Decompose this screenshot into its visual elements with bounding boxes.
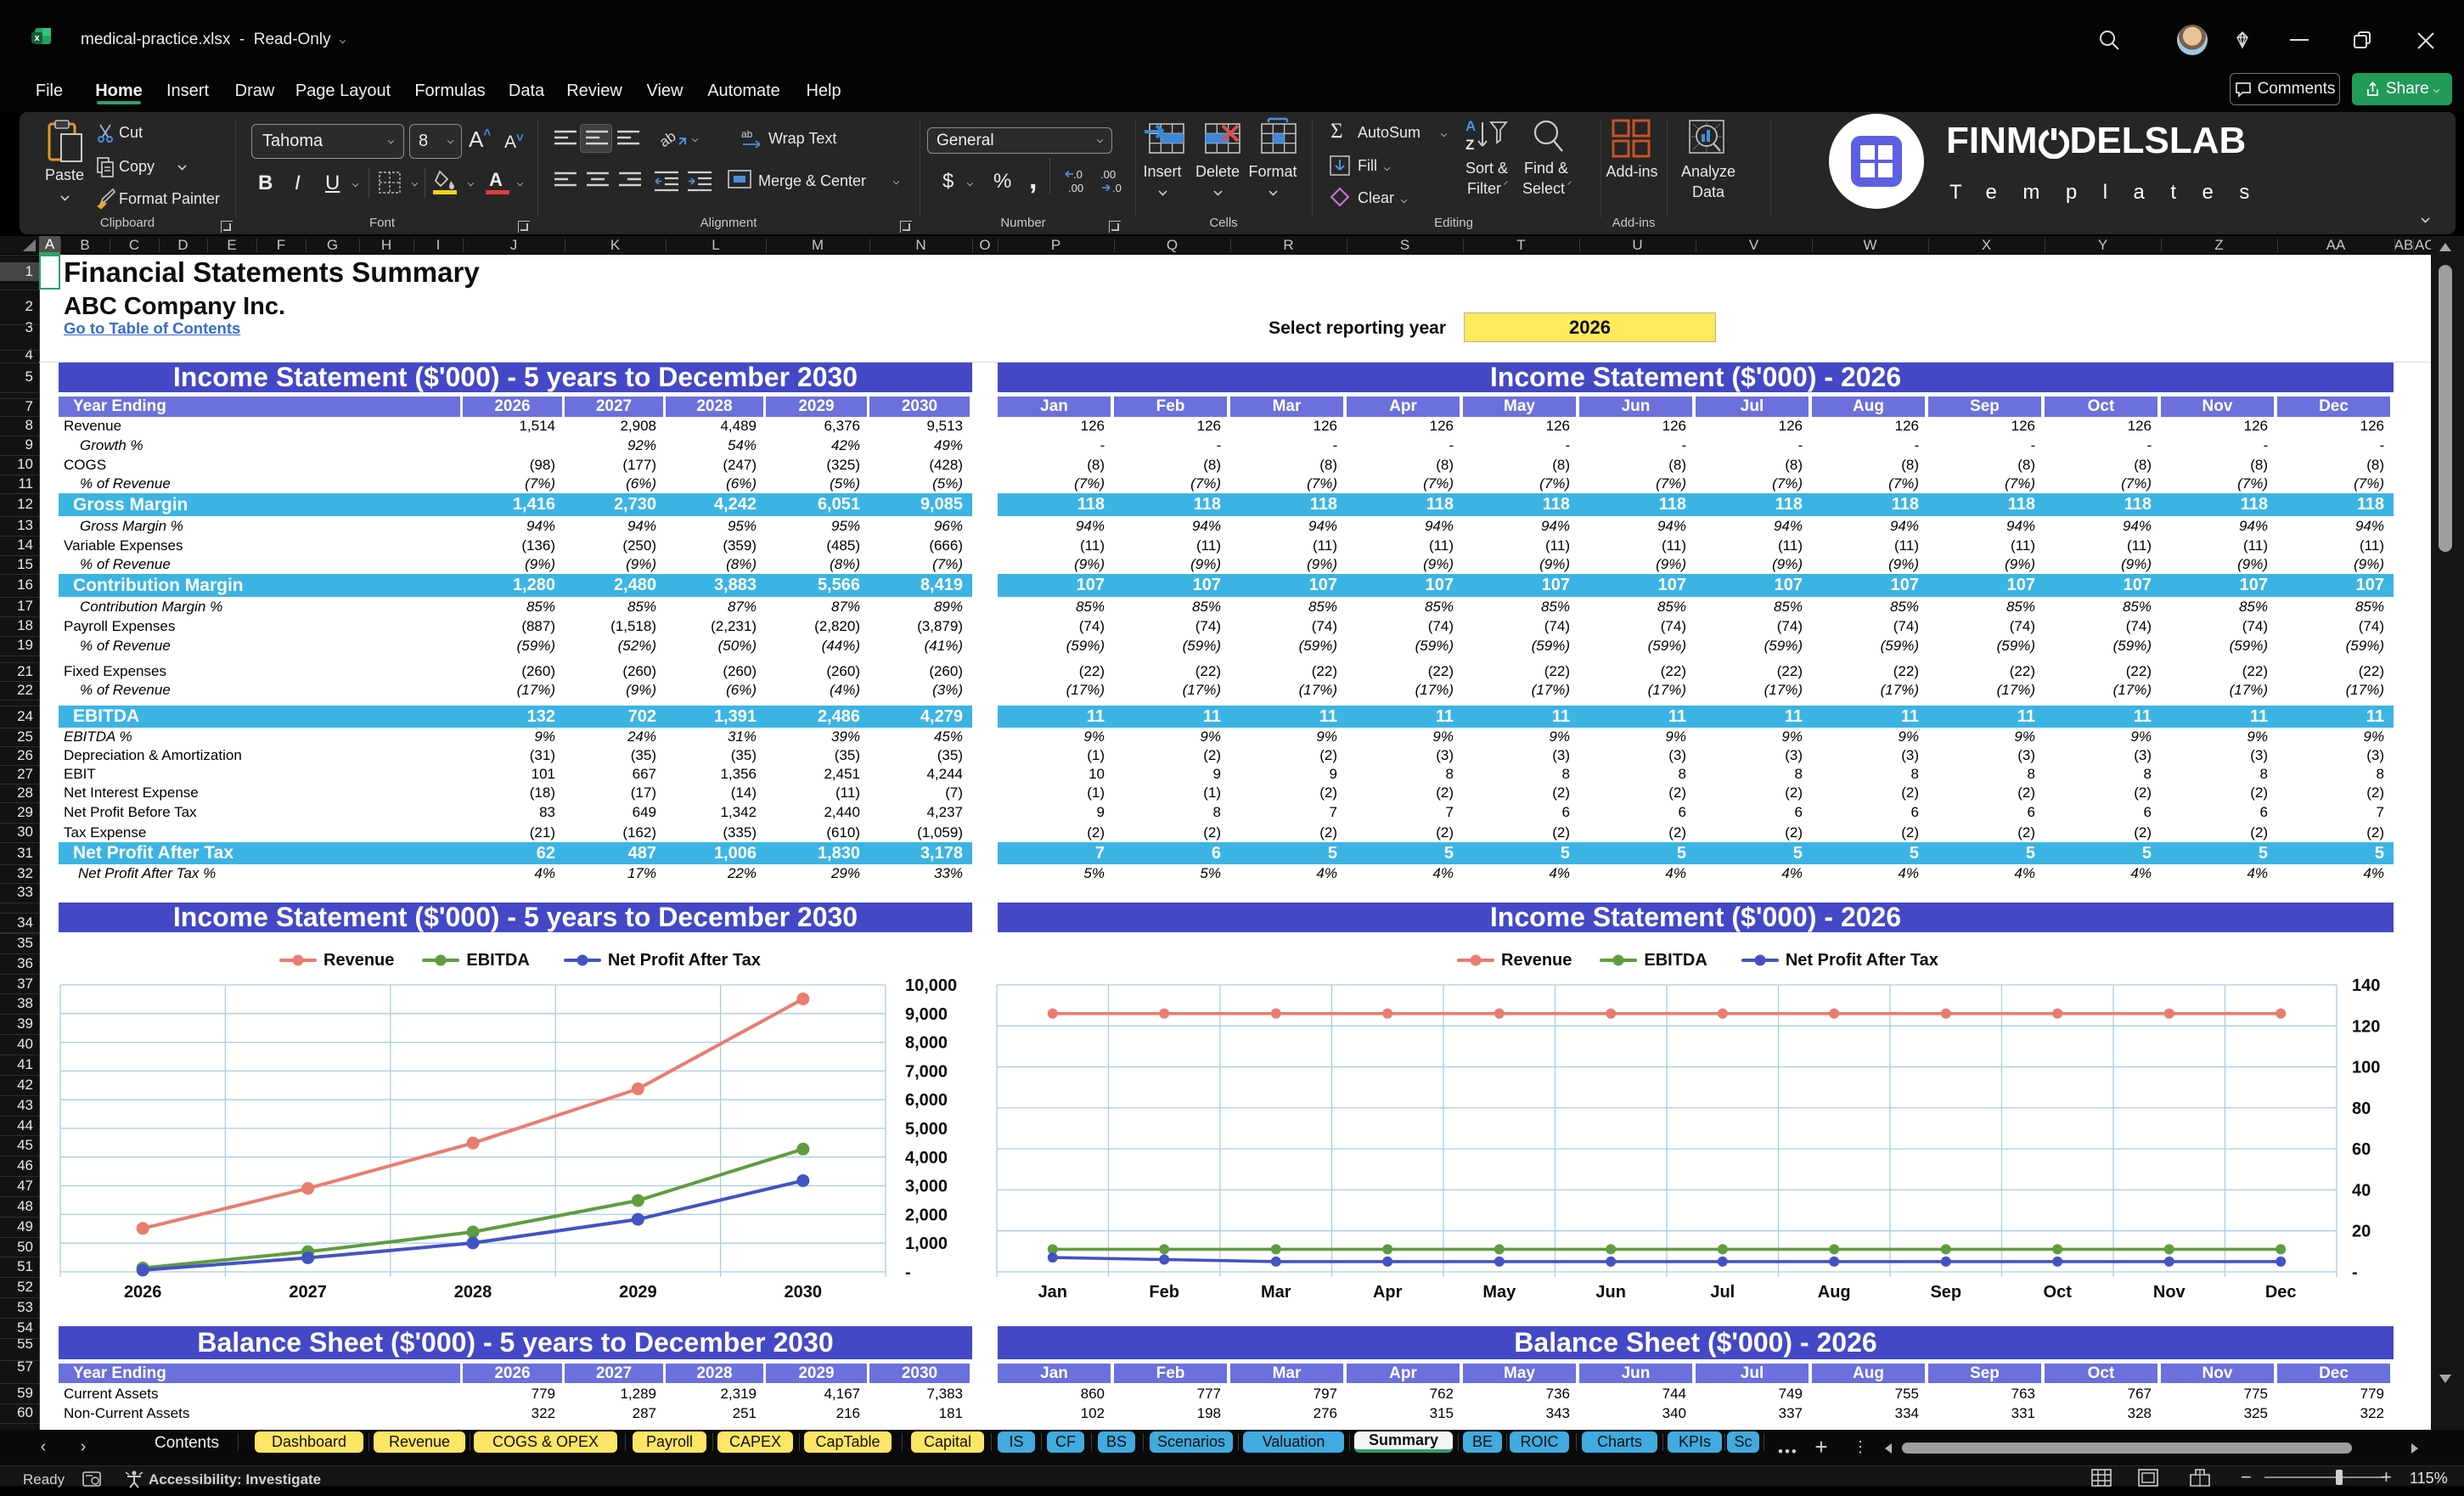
svg-text:2027: 2027: [289, 1283, 327, 1302]
svg-text:Jul: Jul: [1710, 1283, 1735, 1302]
svg-text:5,000: 5,000: [905, 1120, 948, 1139]
svg-text:4,000: 4,000: [905, 1149, 948, 1167]
svg-text:3,000: 3,000: [905, 1178, 948, 1196]
svg-text:2029: 2029: [619, 1283, 657, 1302]
svg-text:2030: 2030: [785, 1283, 823, 1302]
svg-text:x: x: [34, 33, 40, 43]
svg-text:Jun: Jun: [1595, 1283, 1626, 1302]
svg-text:Jan: Jan: [1038, 1283, 1067, 1302]
svg-text:.00: .00: [1100, 168, 1116, 181]
svg-text:20: 20: [2352, 1223, 2371, 1241]
svg-text:2,000: 2,000: [905, 1206, 948, 1224]
svg-text:.00: .00: [1068, 182, 1083, 194]
svg-text:1,000: 1,000: [905, 1234, 948, 1253]
svg-text:9,000: 9,000: [905, 1005, 948, 1024]
svg-text:100: 100: [2352, 1059, 2380, 1077]
svg-text:6,000: 6,000: [905, 1091, 948, 1110]
svg-text:2026: 2026: [124, 1283, 162, 1302]
svg-text:8,000: 8,000: [905, 1034, 948, 1053]
svg-text:.0: .0: [1073, 168, 1083, 181]
svg-text:60: 60: [2352, 1140, 2371, 1159]
svg-text:Mar: Mar: [1261, 1283, 1291, 1302]
svg-text:2028: 2028: [454, 1283, 492, 1302]
svg-text:A: A: [1465, 118, 1476, 134]
svg-text:-: -: [2352, 1263, 2358, 1282]
svg-text:Z: Z: [1465, 137, 1474, 153]
svg-text:ab: ab: [659, 128, 679, 150]
svg-text:Nov: Nov: [2153, 1283, 2186, 1302]
svg-text:80: 80: [2352, 1100, 2371, 1118]
svg-text:May: May: [1482, 1283, 1516, 1302]
svg-text:140: 140: [2352, 976, 2380, 995]
svg-text:Dec: Dec: [2265, 1283, 2297, 1302]
svg-text:Apr: Apr: [1373, 1283, 1403, 1302]
svg-text:120: 120: [2352, 1017, 2380, 1036]
svg-text:Oct: Oct: [2044, 1283, 2073, 1302]
svg-text:Feb: Feb: [1149, 1283, 1179, 1302]
svg-text:7,000: 7,000: [905, 1062, 948, 1081]
svg-text:Sep: Sep: [1930, 1283, 1961, 1302]
svg-text:.0: .0: [1112, 182, 1122, 194]
svg-text:10,000: 10,000: [905, 976, 957, 995]
svg-text:-: -: [905, 1263, 911, 1282]
svg-text:Aug: Aug: [1818, 1283, 1851, 1302]
svg-text:ab: ab: [741, 128, 753, 140]
svg-text:40: 40: [2352, 1181, 2371, 1200]
